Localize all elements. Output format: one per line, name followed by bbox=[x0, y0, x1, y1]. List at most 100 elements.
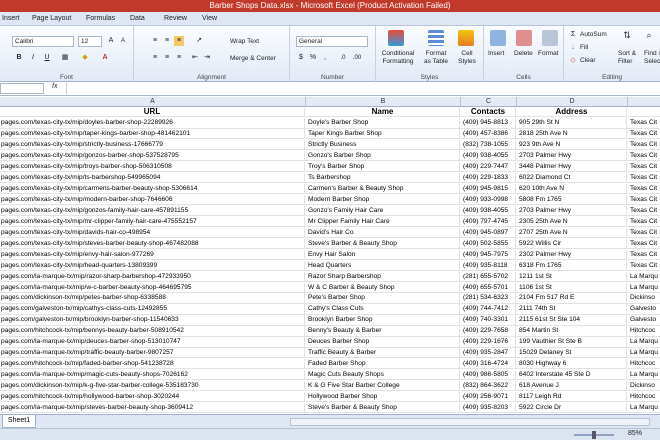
sort-filter-button[interactable]: Sort & Filter bbox=[618, 50, 640, 66]
cell-url[interactable]: pages.com/texas-city-tx/mip/steves-barbe… bbox=[0, 238, 305, 249]
cell-address[interactable]: 2818 25th Ave N bbox=[517, 129, 627, 140]
cell-url[interactable]: pages.com/texas-city-tx/mip/gonzos-famil… bbox=[0, 205, 305, 217]
header-address[interactable]: Address bbox=[517, 107, 627, 118]
cell-city[interactable]: La Marqu bbox=[628, 348, 660, 358]
tab-view[interactable]: View bbox=[202, 14, 217, 24]
cell-address[interactable]: 6022 Diamond Ct bbox=[517, 173, 627, 184]
cell-name[interactable]: Faded Barber Shop bbox=[306, 359, 460, 370]
merge-center-button[interactable]: Merge & Center bbox=[230, 55, 276, 63]
delete-cells-button[interactable]: Delete bbox=[514, 50, 533, 58]
cell-address[interactable]: 1211 1st St bbox=[517, 271, 627, 282]
underline-icon[interactable]: U bbox=[42, 53, 52, 63]
cell-styles-icon[interactable] bbox=[458, 30, 474, 46]
tab-page-layout[interactable]: Page Layout bbox=[32, 14, 71, 24]
cell-city[interactable]: Dickinso bbox=[628, 381, 660, 391]
cell-contacts[interactable]: (409) 986-5805 bbox=[461, 370, 516, 381]
cell-address[interactable]: 199 Vauthier St Ste B bbox=[517, 337, 627, 348]
cell-city[interactable]: Texas Cit bbox=[628, 129, 660, 139]
cell-name[interactable]: Troy's Barber Shop bbox=[306, 162, 460, 173]
cell-url[interactable]: pages.com/texas-city-tx/mip/davids-hair-… bbox=[0, 227, 305, 238]
cell-contacts[interactable]: (281) 655-5702 bbox=[461, 271, 516, 282]
cell-contacts[interactable]: (409) 256-9071 bbox=[461, 392, 516, 403]
cell-city[interactable]: Texas Cit bbox=[628, 162, 660, 172]
cell-city[interactable]: La Marqu bbox=[628, 370, 660, 380]
cell-name[interactable]: David's Hair Co bbox=[306, 227, 460, 238]
cell-contacts[interactable]: (409) 935-2847 bbox=[461, 348, 516, 359]
cell-city[interactable]: Texas Cit bbox=[628, 239, 660, 249]
align-center-icon[interactable]: ≡ bbox=[162, 53, 172, 63]
column-header-b[interactable]: B bbox=[306, 97, 461, 107]
shrink-font-icon[interactable]: A bbox=[118, 36, 128, 46]
cell-address[interactable]: 905 29th St N bbox=[517, 118, 627, 129]
cell-url[interactable]: pages.com/texas-city-tx/mip/strictly-bus… bbox=[0, 140, 305, 151]
orientation-icon[interactable]: ↗ bbox=[194, 36, 204, 46]
cell-url[interactable]: pages.com/la-marque-tx/mip/w-c-barber-be… bbox=[0, 282, 305, 293]
cell-contacts[interactable]: (409) 457-8386 bbox=[461, 129, 516, 140]
header-name[interactable]: Name bbox=[306, 107, 460, 118]
cell-address[interactable]: 1106 1st St bbox=[517, 282, 627, 293]
cell-url[interactable]: pages.com/texas-city-tx/mip/taper-kings-… bbox=[0, 129, 305, 140]
number-format-combo[interactable]: General bbox=[296, 36, 368, 47]
increase-decimal-icon[interactable]: .0 bbox=[338, 53, 348, 63]
cell-address[interactable]: 6402 Interstate 45 Ste D bbox=[517, 370, 627, 381]
cell-city[interactable]: Texas Cit bbox=[628, 206, 660, 216]
cell-name[interactable]: Cathy's Class Cuts bbox=[306, 304, 460, 315]
cell-address[interactable]: 618 Avenue J bbox=[517, 381, 627, 392]
cell-contacts[interactable]: (832) 864-3622 bbox=[461, 381, 516, 392]
cell-url[interactable]: pages.com/hitchcock-tx/mip/hollywood-bar… bbox=[0, 392, 305, 403]
tab-insert[interactable]: Insert bbox=[2, 14, 20, 24]
cell-contacts[interactable]: (409) 945-9815 bbox=[461, 183, 516, 195]
cell-name[interactable]: Steve's Barber & Beauty Shop bbox=[306, 238, 460, 249]
cell-name[interactable]: Hollywood Barber Shop bbox=[306, 392, 460, 403]
cell-url[interactable]: pages.com/texas-city-tx/mip/envy-hair-sa… bbox=[0, 249, 305, 260]
font-color-icon[interactable]: A bbox=[100, 53, 110, 63]
conditional-formatting-icon[interactable] bbox=[388, 30, 404, 46]
cell-name[interactable]: K & G Five Star Barber College bbox=[306, 381, 460, 392]
insert-cells-icon[interactable] bbox=[490, 30, 506, 46]
cell-name[interactable]: Traffic Beauty & Barber bbox=[306, 348, 460, 359]
fill-color-icon[interactable]: ◆ bbox=[80, 53, 90, 63]
cell-url[interactable]: pages.com/dickinson-tx/mip/k-g-five-star… bbox=[0, 381, 305, 392]
cell-city[interactable]: Dickinso bbox=[628, 293, 660, 303]
cell-url[interactable]: pages.com/la-marque-tx/mip/steves-barber… bbox=[0, 402, 305, 414]
cell-contacts[interactable]: (409) 229-1676 bbox=[461, 337, 516, 348]
cell-address[interactable]: 2104 Fm 517 Rd E bbox=[517, 293, 627, 304]
cell-contacts[interactable]: (832) 738-1055 bbox=[461, 140, 516, 151]
cell-name[interactable]: Carmen's Barber & Beauty Shop bbox=[306, 183, 460, 195]
column-header-e[interactable] bbox=[628, 97, 660, 107]
cell-url[interactable]: pages.com/la-marque-tx/mip/deuces-barber… bbox=[0, 337, 305, 348]
cell-name[interactable]: Pete's Barber Shop bbox=[306, 293, 460, 304]
grow-font-icon[interactable]: A bbox=[106, 36, 116, 46]
header-contacts[interactable]: Contacts bbox=[461, 107, 516, 118]
fill-button[interactable]: Fill bbox=[580, 44, 588, 52]
cell-name[interactable]: Doyle's Barber Shop bbox=[306, 118, 460, 129]
cell-city[interactable]: La Marqu bbox=[628, 272, 660, 282]
fx-icon[interactable]: fx bbox=[52, 83, 57, 90]
borders-icon[interactable]: ▦ bbox=[60, 53, 70, 63]
cell-name[interactable]: W & C Barber & Beauty Shop bbox=[306, 282, 460, 293]
sort-filter-icon[interactable]: ⇅ bbox=[622, 30, 632, 40]
cell-contacts[interactable]: (409) 229-1833 bbox=[461, 173, 516, 184]
find-select-button[interactable]: Find & Select bbox=[644, 50, 660, 66]
cell-contacts[interactable]: (409) 945-0897 bbox=[461, 227, 516, 238]
cell-city[interactable]: Texas Cit bbox=[628, 118, 660, 128]
cell-city[interactable]: Texas Cit bbox=[628, 217, 660, 227]
cell-url[interactable]: pages.com/hitchcock-tx/mip/bennys-beauty… bbox=[0, 326, 305, 337]
format-as-table-button[interactable]: Format as Table bbox=[422, 50, 450, 66]
decrease-decimal-icon[interactable]: .00 bbox=[352, 53, 362, 63]
cell-name[interactable]: Strictly Business bbox=[306, 140, 460, 151]
cell-city[interactable]: Hitchcoc bbox=[628, 326, 660, 336]
cell-address[interactable]: 620 10th Ave N bbox=[517, 183, 627, 195]
align-top-icon[interactable]: ≡ bbox=[150, 36, 160, 46]
conditional-formatting-button[interactable]: Conditional Formatting bbox=[380, 50, 416, 66]
cell-contacts[interactable]: (409) 229-7658 bbox=[461, 326, 516, 337]
column-header-d[interactable]: D bbox=[517, 97, 628, 107]
cell-name[interactable]: Gonzo's Barber Shop bbox=[306, 151, 460, 162]
name-box[interactable] bbox=[0, 83, 44, 94]
cell-url[interactable]: pages.com/galveston-tx/mip/brooklyn-barb… bbox=[0, 315, 305, 326]
cell-contacts[interactable]: (409) 933-0998 bbox=[461, 194, 516, 206]
cell-contacts[interactable]: (281) 534-6323 bbox=[461, 293, 516, 304]
delete-cells-icon[interactable] bbox=[516, 30, 532, 46]
tab-formulas[interactable]: Formulas bbox=[86, 14, 115, 24]
cell-contacts[interactable]: (409) 797-4745 bbox=[461, 216, 516, 228]
